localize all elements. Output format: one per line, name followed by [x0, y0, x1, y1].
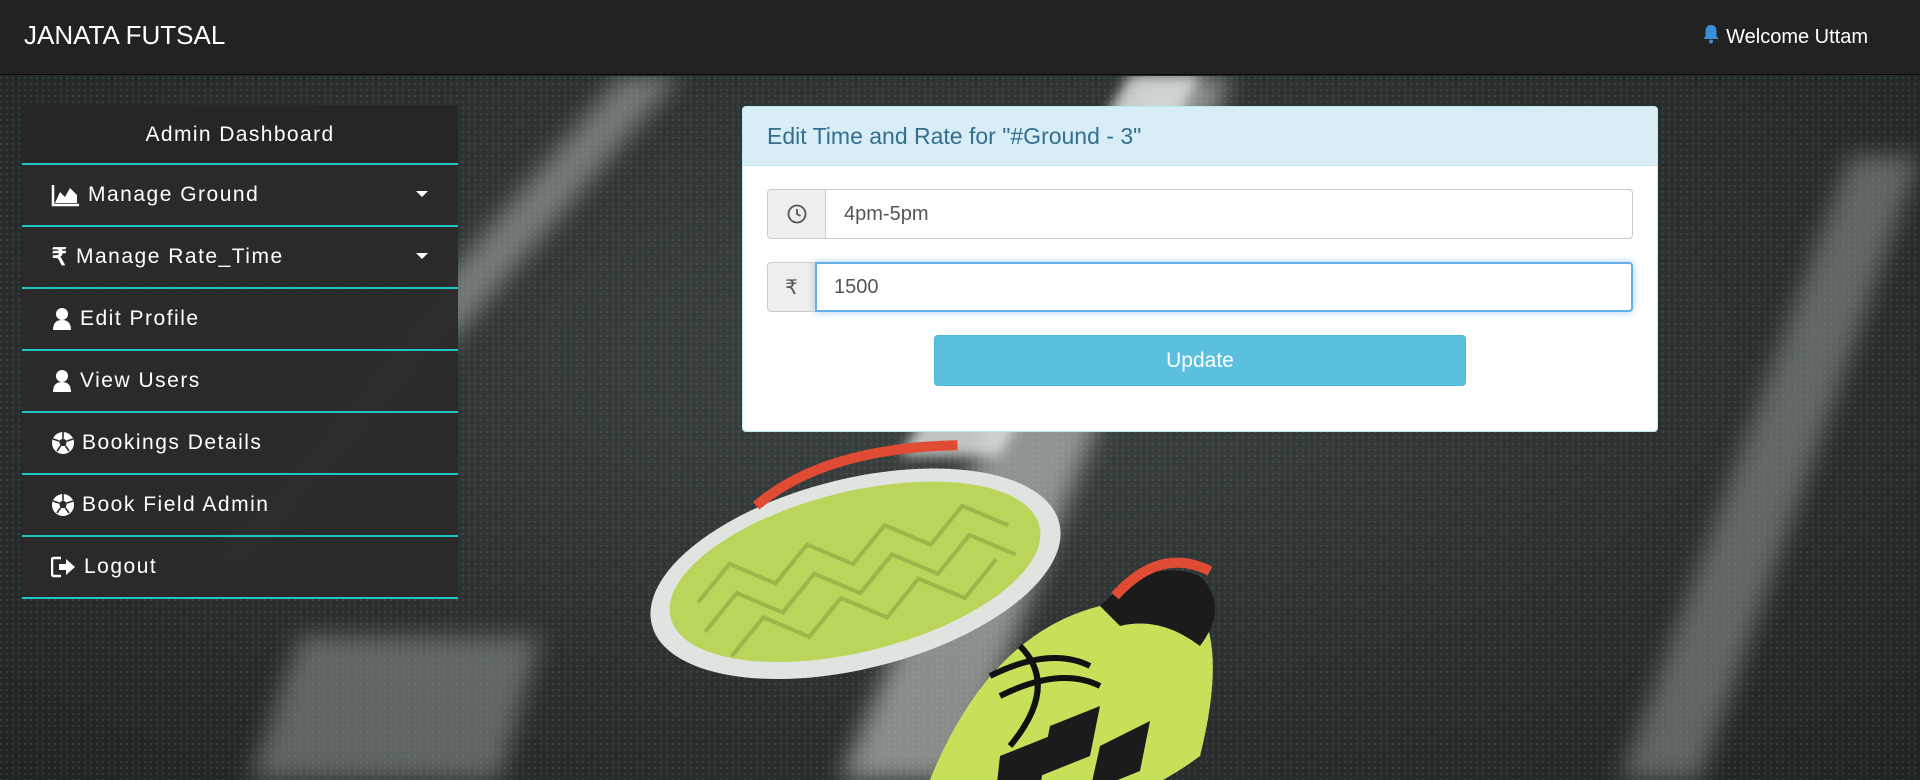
time-slot-field[interactable]	[825, 189, 1633, 239]
time-input-group	[767, 189, 1633, 239]
sidebar-item-manage-rate-time[interactable]: ₹ Manage Rate_Time	[22, 227, 458, 289]
clock-icon	[767, 189, 825, 239]
welcome-user-link[interactable]: Welcome Uttam	[1702, 24, 1868, 50]
panel-title: Edit Time and Rate for "#Ground - 3"	[743, 107, 1657, 166]
user-icon	[50, 306, 74, 332]
soccer-ball-icon	[50, 492, 76, 518]
sidebar-item-bookings-details[interactable]: Bookings Details	[22, 413, 458, 475]
rate-field[interactable]	[815, 262, 1633, 312]
chevron-down-icon	[416, 191, 428, 197]
user-icon	[50, 368, 74, 394]
sidebar-item-label: Logout	[84, 555, 158, 578]
logout-icon	[50, 554, 78, 580]
sidebar-item-label: Manage Rate_Time	[76, 245, 284, 268]
sidebar-item-book-field-admin[interactable]: Book Field Admin	[22, 475, 458, 537]
top-navbar: JANATA FUTSAL Welcome Uttam	[0, 0, 1920, 75]
sidebar-item-logout[interactable]: Logout	[22, 537, 458, 599]
sidebar-item-label: Book Field Admin	[82, 493, 270, 516]
welcome-text: Welcome Uttam	[1726, 25, 1868, 48]
bell-icon	[1702, 24, 1720, 50]
sidebar-item-label: Bookings Details	[82, 431, 263, 454]
sidebar-item-view-users[interactable]: View Users	[22, 351, 458, 413]
edit-time-rate-panel: Edit Time and Rate for "#Ground - 3" ₹ U…	[742, 106, 1658, 432]
rate-input-group: ₹	[767, 262, 1633, 312]
brand-title[interactable]: JANATA FUTSAL	[24, 20, 225, 51]
area-chart-icon	[50, 182, 82, 208]
admin-sidebar: Admin Dashboard Manage Ground ₹ Manage R…	[22, 105, 458, 599]
soccer-ball-icon	[50, 430, 76, 456]
sidebar-header: Admin Dashboard	[22, 105, 458, 165]
sidebar-item-edit-profile[interactable]: Edit Profile	[22, 289, 458, 351]
sidebar-item-label: Manage Ground	[88, 183, 260, 206]
sidebar-item-manage-ground[interactable]: Manage Ground	[22, 165, 458, 227]
rupee-icon: ₹	[767, 262, 815, 312]
rupee-icon: ₹	[51, 243, 69, 271]
sidebar-item-label: View Users	[80, 369, 201, 392]
sidebar-item-label: Edit Profile	[80, 307, 200, 330]
update-button[interactable]: Update	[934, 335, 1466, 386]
chevron-down-icon	[416, 253, 428, 259]
